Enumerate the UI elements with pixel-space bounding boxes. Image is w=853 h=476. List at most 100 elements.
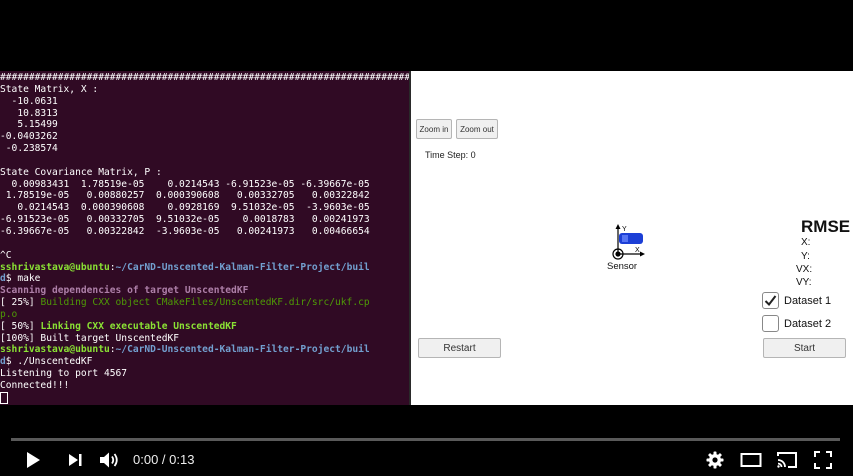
zoom-out-button[interactable]: Zoom out xyxy=(456,119,498,139)
axis-y-label: Y xyxy=(622,226,627,233)
terminal-line: ^C xyxy=(0,250,409,262)
terminal-segment: ########################################… xyxy=(0,72,409,83)
terminal-segment: State Matrix, X : xyxy=(0,83,99,95)
terminal-segment: [ 50%] xyxy=(0,320,41,332)
terminal-line: 5.15499 xyxy=(0,119,409,131)
terminal-segment: Building CXX object CMakeFiles/Unscented… xyxy=(40,297,370,309)
terminal-line: d$ make xyxy=(0,273,409,285)
rmse-vy-label: VY: xyxy=(796,277,812,288)
terminal-line: -0.238574 xyxy=(0,143,409,155)
sensor-dot-icon xyxy=(615,251,621,257)
terminal-segment: 5.15499 xyxy=(0,119,58,131)
x-axis-arrow xyxy=(640,251,645,257)
video-player[interactable]: ########################################… xyxy=(0,0,853,476)
terminal-line: ########################################… xyxy=(0,72,409,84)
terminal-window: ########################################… xyxy=(0,71,411,405)
terminal-line: 0.0214543 0.000390608 0.0928169 9.51032e… xyxy=(0,202,409,214)
next-button[interactable] xyxy=(64,449,86,471)
terminal-line: State Covariance Matrix, P : xyxy=(0,167,409,179)
terminal-segment: sshrivastava@ubuntu xyxy=(0,261,110,273)
theater-mode-button[interactable] xyxy=(739,449,763,471)
dataset2-checkbox[interactable] xyxy=(762,315,779,332)
terminal-line: -6.91523e-05 0.00332705 9.51032e-05 0.00… xyxy=(0,214,409,226)
time-step-label: Time Step: 0 xyxy=(425,150,476,160)
terminal-segment: $ ./UnscentedKF xyxy=(5,356,93,368)
terminal-line: State Matrix, X : xyxy=(0,84,409,96)
terminal-line: -0.0403262 xyxy=(0,131,409,143)
terminal-segment: -0.238574 xyxy=(0,143,58,155)
terminal-segment: Listening to port 4567 xyxy=(0,368,128,380)
terminal-segment: [100%] Built target UnscentedKF xyxy=(0,332,180,344)
terminal-line: 10.8313 xyxy=(0,108,409,120)
rmse-x-label: X: xyxy=(801,237,811,248)
checkmark-icon xyxy=(764,295,777,307)
terminal-line: d$ ./UnscentedKF xyxy=(0,356,409,368)
terminal-segment: sshrivastava@ubuntu xyxy=(0,344,110,356)
terminal-line: [ 50%] Linking CXX executable UnscentedK… xyxy=(0,321,409,333)
terminal-line: [100%] Built target UnscentedKF xyxy=(0,333,409,345)
terminal-line: [ 25%] Building CXX object CMakeFiles/Un… xyxy=(0,297,409,309)
terminal-line: Scanning dependencies of target Unscente… xyxy=(0,285,409,297)
simulator-window: Zoom in Zoom out Time Step: 0 Y X Sensor… xyxy=(411,71,853,405)
dataset2-label: Dataset 2 xyxy=(784,318,832,330)
terminal-segment: [ 25%] xyxy=(0,297,41,309)
next-icon xyxy=(69,454,82,466)
rmse-vx-label: VX: xyxy=(796,264,813,275)
terminal-segment: Scanning dependencies of target Unscente… xyxy=(0,285,249,297)
cast-icon xyxy=(777,452,797,468)
terminal-segment: 0.00983431 1.78519e-05 0.0214543 -6.9152… xyxy=(0,178,370,190)
terminal-output: ########################################… xyxy=(0,72,409,404)
terminal-segment: Connected!!! xyxy=(0,379,70,391)
car-window xyxy=(622,235,628,242)
terminal-segment: ~/CarND-Unscented-Kalman-Filter-Project/… xyxy=(115,344,370,356)
terminal-segment: 10.8313 xyxy=(0,107,58,119)
terminal-line: -10.0631 xyxy=(0,96,409,108)
terminal-line: 0.00983431 1.78519e-05 0.0214543 -6.9152… xyxy=(0,179,409,191)
terminal-line: sshrivastava@ubuntu:~/CarND-Unscented-Ka… xyxy=(0,344,409,356)
terminal-segment: 0.0214543 0.000390608 0.0928169 9.51032e… xyxy=(0,202,370,214)
terminal-cursor-line xyxy=(0,391,409,404)
terminal-line: p.o xyxy=(0,309,409,321)
theater-icon xyxy=(740,453,762,467)
play-button[interactable] xyxy=(22,449,44,471)
terminal-segment: -6.91523e-05 0.00332705 9.51032e-05 0.00… xyxy=(0,214,370,226)
axis-x-label: X xyxy=(635,247,640,254)
rmse-title: RMSE xyxy=(801,217,851,236)
terminal-segment: ~/CarND-Unscented-Kalman-Filter-Project/… xyxy=(115,261,370,273)
terminal-segment: 1.78519e-05 0.00880257 0.000390608 0.003… xyxy=(0,190,370,202)
dataset1-checkbox[interactable] xyxy=(762,292,779,309)
terminal-segment: Linking CXX executable UnscentedKF xyxy=(40,320,237,332)
volume-icon xyxy=(100,452,118,468)
terminal-line: -6.39667e-05 0.00322842 -3.9603e-05 0.00… xyxy=(0,226,409,238)
terminal-segment: -6.39667e-05 0.00322842 -3.9603e-05 0.00… xyxy=(0,225,370,237)
cast-button[interactable] xyxy=(775,449,799,471)
rmse-y-label: Y: xyxy=(801,251,810,262)
dataset1-label: Dataset 1 xyxy=(784,295,832,307)
sensor-label: Sensor xyxy=(607,261,638,272)
settings-icon xyxy=(706,451,724,469)
scene-canvas: Y X xyxy=(612,224,645,260)
time-display: 0:00 / 0:13 xyxy=(133,452,195,467)
play-icon xyxy=(27,452,40,468)
terminal-cursor xyxy=(0,391,8,404)
progress-bar[interactable] xyxy=(11,438,840,441)
terminal-segment: p.o xyxy=(0,308,18,320)
volume-button[interactable] xyxy=(98,449,122,471)
terminal-line: sshrivastava@ubuntu:~/CarND-Unscented-Ka… xyxy=(0,262,409,274)
terminal-segment: ^C xyxy=(0,249,12,261)
zoom-in-button[interactable]: Zoom in xyxy=(416,119,452,139)
fullscreen-button[interactable] xyxy=(812,449,834,471)
terminal-segment: $ make xyxy=(5,273,41,285)
settings-button[interactable] xyxy=(704,449,726,471)
terminal-segment: -10.0631 xyxy=(0,95,58,107)
terminal-segment: -0.0403262 xyxy=(0,131,58,143)
restart-button[interactable]: Restart xyxy=(418,338,501,358)
terminal-line: 1.78519e-05 0.00880257 0.000390608 0.003… xyxy=(0,190,409,202)
terminal-line: Listening to port 4567 xyxy=(0,368,409,380)
fullscreen-icon xyxy=(814,451,832,469)
terminal-line: Connected!!! xyxy=(0,380,409,392)
start-button[interactable]: Start xyxy=(763,338,846,358)
y-axis-arrow xyxy=(615,224,621,229)
